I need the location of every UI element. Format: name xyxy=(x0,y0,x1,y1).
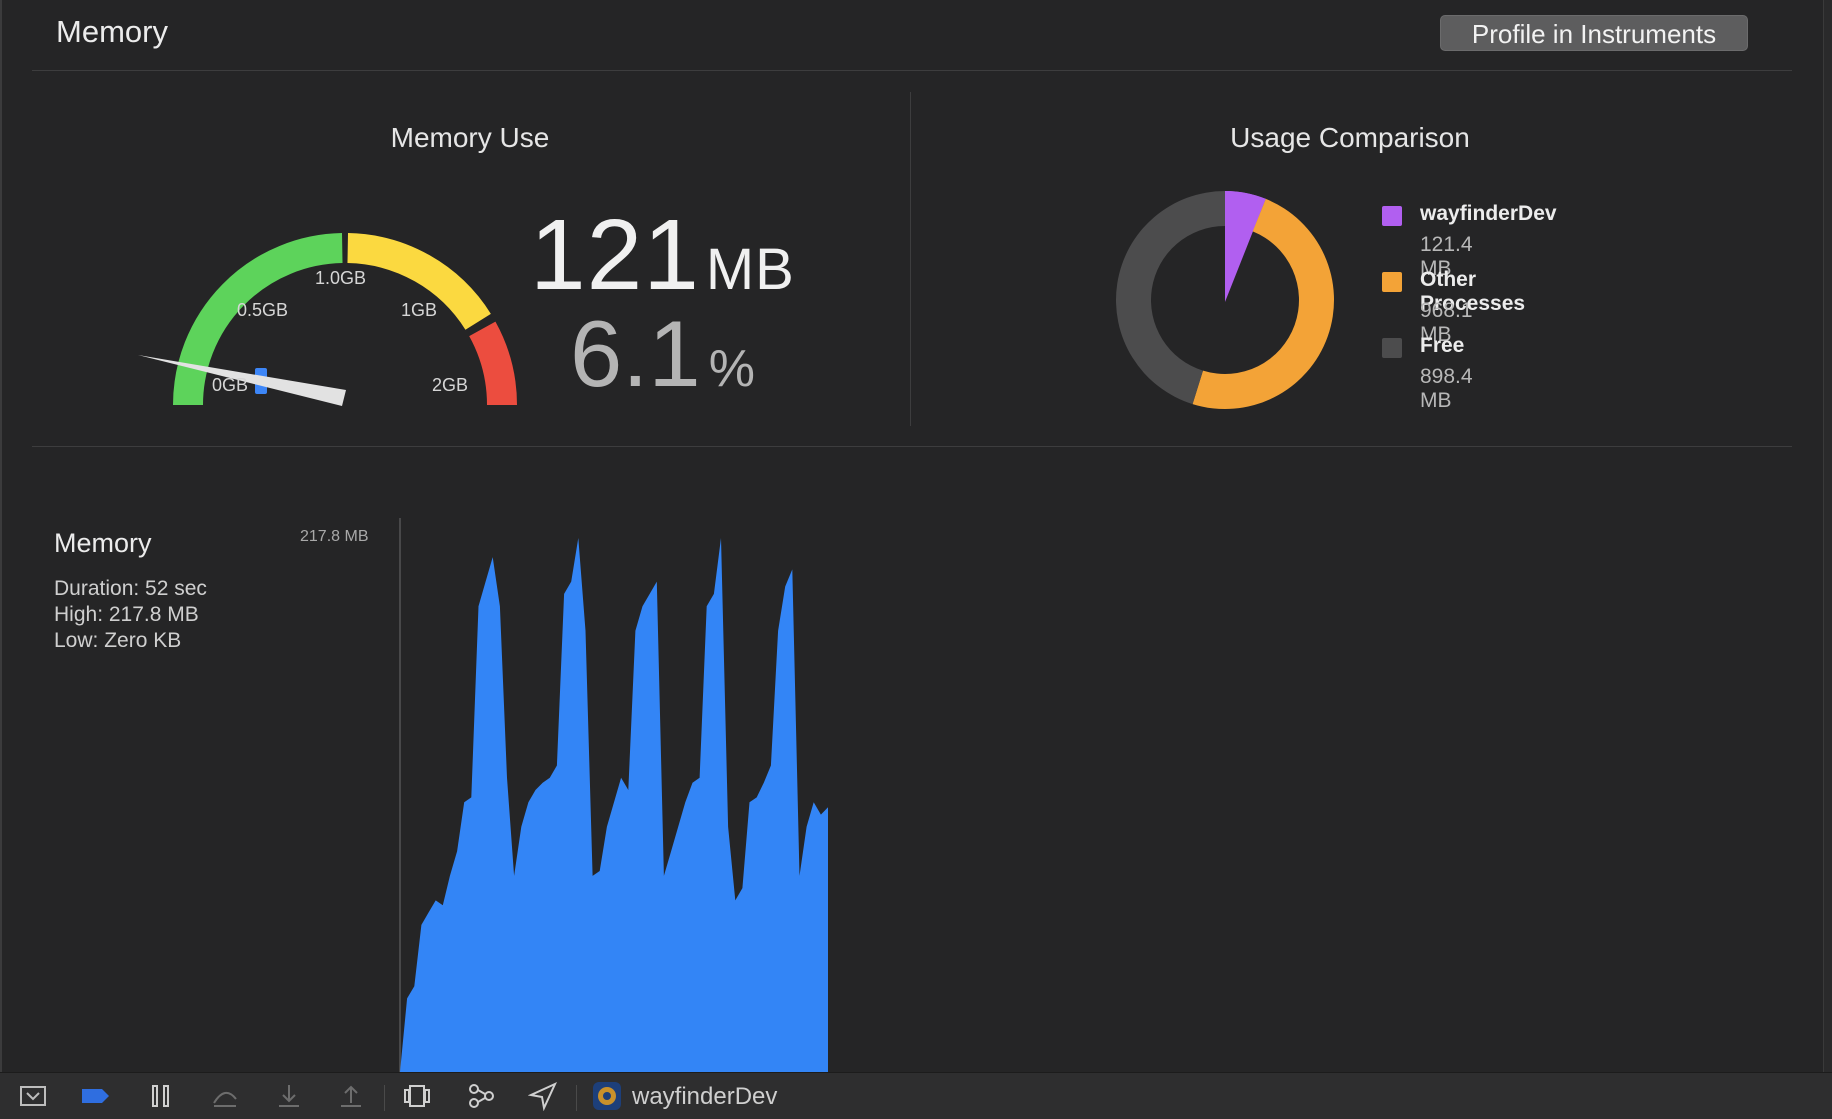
location-icon[interactable] xyxy=(528,1081,558,1111)
memory-graph-icon[interactable] xyxy=(466,1081,496,1111)
section-divider xyxy=(910,92,911,426)
gauge-red-arc xyxy=(469,321,517,406)
legend-name: wayfinderDev xyxy=(1420,202,1557,225)
memory-value-unit: MB xyxy=(705,237,795,302)
step-out-icon[interactable] xyxy=(336,1081,366,1111)
graph-low: Low: Zero KB xyxy=(54,629,182,652)
memory-use-title: Memory Use xyxy=(390,122,550,153)
debug-toolbar: wayfinderDev xyxy=(0,1072,1832,1119)
usage-donut-chart xyxy=(1116,191,1334,409)
step-over-icon[interactable] xyxy=(210,1081,240,1111)
page-title: Memory xyxy=(56,14,168,49)
app-name-label[interactable]: wayfinderDev xyxy=(632,1083,777,1111)
donut-slice-free xyxy=(1116,191,1225,405)
legend-value: 898.4 MB xyxy=(1420,365,1473,412)
toolbar-separator xyxy=(576,1085,577,1111)
view-debugger-icon[interactable] xyxy=(402,1081,432,1111)
scrollbar-track[interactable] xyxy=(1823,0,1832,1072)
header-divider xyxy=(32,70,1792,71)
gauge-label-2gb: 2GB xyxy=(432,375,469,395)
usage-comparison-title: Usage Comparison xyxy=(1230,122,1470,153)
graph-title: Memory xyxy=(54,528,152,558)
gauge-label-0gb: 0GB xyxy=(212,375,249,395)
legend-swatch xyxy=(1382,272,1402,292)
donut-highlight-wedge xyxy=(1225,191,1266,302)
donut-slice-other-processes xyxy=(1192,198,1334,409)
breakpoints-icon[interactable] xyxy=(80,1081,110,1111)
memory-percent-number: 6.1 xyxy=(570,301,701,406)
graph-duration: Duration: 52 sec xyxy=(54,577,207,600)
memory-percent-unit: % xyxy=(708,340,755,398)
legend-swatch xyxy=(1382,338,1402,358)
pause-icon[interactable] xyxy=(146,1081,176,1111)
memory-series-area xyxy=(400,538,828,1072)
sections-divider xyxy=(32,446,1792,447)
toolbar-separator xyxy=(384,1085,385,1111)
legend-swatch xyxy=(1382,206,1402,226)
app-icon[interactable] xyxy=(592,1081,622,1111)
profile-in-instruments-button[interactable]: Profile in Instruments xyxy=(1440,15,1748,51)
gauge-label-0-5gb: 0.5GB xyxy=(237,300,289,320)
memory-value-number: 121 xyxy=(530,199,700,311)
graph-y-max-label: 217.8 MB xyxy=(300,528,369,545)
hide-debug-area-icon[interactable] xyxy=(18,1081,48,1111)
memory-value: 121 MB xyxy=(530,198,795,313)
gauge-label-1-0gb: 1.0GB xyxy=(315,268,367,288)
step-into-icon[interactable] xyxy=(274,1081,304,1111)
gauge-label-1gb: 1GB xyxy=(401,300,438,320)
memory-area-chart xyxy=(399,518,828,1072)
memory-percent: 6.1% xyxy=(570,300,755,408)
memory-gauge xyxy=(138,233,517,406)
left-border xyxy=(0,0,2,1072)
graph-high: High: 217.8 MB xyxy=(54,603,199,626)
legend-name: Free xyxy=(1420,334,1465,357)
